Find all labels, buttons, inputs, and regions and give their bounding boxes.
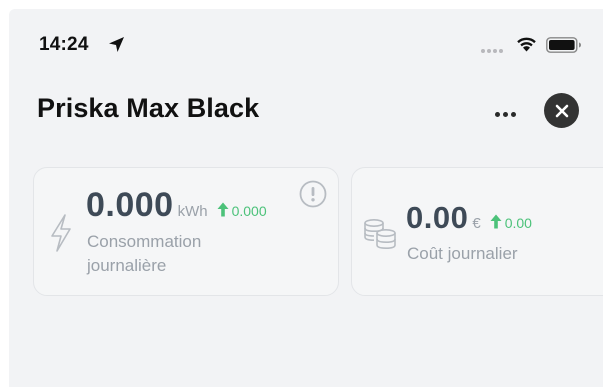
status-bar: 14:24 (9, 9, 603, 69)
arrow-up-icon (490, 214, 502, 228)
arrow-up-icon (217, 202, 229, 216)
consumption-value: 0.000 (86, 186, 174, 224)
close-button[interactable] (544, 93, 579, 128)
coins-icon (364, 218, 396, 250)
consumption-trend-value: 0.000 (231, 203, 267, 219)
info-icon[interactable] (299, 180, 327, 208)
cost-trend-value: 0.00 (504, 215, 532, 231)
signal-dots-icon (481, 49, 503, 53)
consumption-label: Consommation journalière (87, 232, 202, 275)
cost-label: Coût journalier (407, 244, 518, 263)
more-icon[interactable] (487, 104, 523, 124)
lightning-icon (51, 214, 71, 252)
consumption-value-row: 0.000 kWh 0.000 (86, 186, 267, 225)
battery-icon (546, 37, 581, 53)
cost-trend: 0.00 (490, 214, 532, 231)
consumption-trend: 0.000 (217, 202, 267, 219)
daily-consumption-card[interactable]: 0.000 kWh 0.000 Consommation journalière (33, 167, 339, 296)
close-icon (555, 104, 568, 117)
daily-cost-card[interactable]: 0.00 € 0.00 Coût journalier (351, 167, 603, 296)
location-arrow-icon (109, 37, 124, 52)
page-title: Priska Max Black (37, 93, 260, 123)
app-screen: 14:24 Priska Max Black 0.000 kWh 0.000 C… (9, 9, 603, 387)
consumption-unit: kWh (177, 203, 208, 220)
cost-value: 0.00 (406, 200, 469, 235)
status-time: 14:24 (39, 34, 89, 55)
cost-value-row: 0.00 € 0.00 (406, 200, 532, 236)
wifi-icon (517, 37, 536, 52)
cost-unit: € (472, 215, 481, 232)
